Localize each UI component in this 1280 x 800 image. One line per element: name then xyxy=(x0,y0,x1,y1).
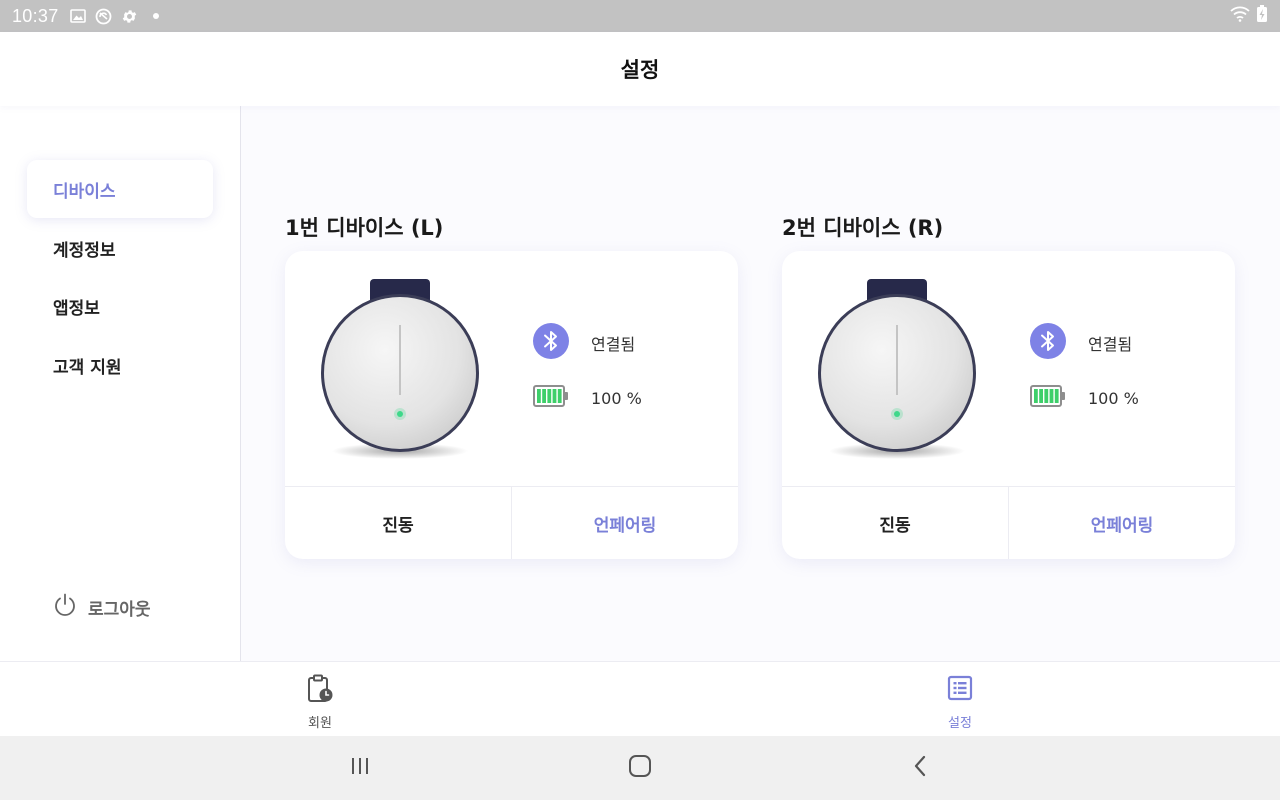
battery-bar xyxy=(547,389,552,403)
battery-percent: 100 % xyxy=(1088,388,1139,408)
list-icon xyxy=(946,674,974,708)
battery-bar xyxy=(552,389,557,403)
bluetooth-status: 연결됨 xyxy=(1030,323,1132,363)
back-button[interactable] xyxy=(905,754,935,782)
vibrate-button[interactable]: 진동 xyxy=(782,487,1009,559)
sidebar-item-label: 디바이스 xyxy=(53,181,116,202)
page-title: 설정 xyxy=(620,58,660,82)
clipboard-clock-icon xyxy=(306,674,334,708)
nav-item-members[interactable]: 회원 xyxy=(275,674,365,731)
nav-label: 설정 xyxy=(948,716,972,731)
system-nav-bar xyxy=(0,736,1280,800)
gear-icon xyxy=(121,7,139,25)
back-icon xyxy=(912,754,928,782)
bluetooth-icon xyxy=(533,323,569,363)
unpair-button[interactable]: 언페어링 xyxy=(1009,487,1235,559)
battery-bar xyxy=(542,389,546,403)
connection-status: 연결됨 xyxy=(1088,335,1133,354)
logout-button[interactable]: 로그아웃 xyxy=(52,592,151,623)
connection-status: 연결됨 xyxy=(591,335,636,354)
battery-bar xyxy=(1049,389,1054,403)
status-icons xyxy=(69,7,165,25)
app-header: 설정 xyxy=(0,32,1280,106)
battery-percent: 100 % xyxy=(591,388,642,408)
device-title: 1번 디바이스 (L) xyxy=(285,216,444,240)
status-bar: 10:37 xyxy=(0,0,1280,32)
device-image xyxy=(315,273,485,463)
nav-label: 회원 xyxy=(308,716,332,731)
device-image xyxy=(812,273,982,463)
power-icon xyxy=(52,592,78,623)
unpair-button[interactable]: 언페어링 xyxy=(512,487,738,559)
battery-icon xyxy=(1030,385,1066,411)
battery-bar xyxy=(537,389,541,403)
device-card: 연결됨 100 % 진동 언페어링 xyxy=(285,251,738,559)
sidebar-item-label: 계정정보 xyxy=(53,240,116,261)
vibrate-button[interactable]: 진동 xyxy=(285,487,512,559)
sidebar-item-label: 고객 지원 xyxy=(53,357,122,378)
sidebar-item-customer-support[interactable]: 고객 지원 xyxy=(27,336,213,394)
wifi-icon xyxy=(1230,6,1250,26)
sidebar: 디바이스 계정정보 앱정보 고객 지원 로그아웃 xyxy=(0,106,241,661)
battery-icon xyxy=(533,385,569,411)
battery-charging-icon xyxy=(1256,5,1268,27)
bluetooth-icon xyxy=(1030,323,1066,363)
status-right-icons xyxy=(1230,5,1268,27)
battery-bar xyxy=(557,389,562,403)
battery-bar xyxy=(1044,389,1049,403)
recent-apps-icon xyxy=(349,756,371,780)
nav-item-settings[interactable]: 설정 xyxy=(915,674,1005,731)
gallery-icon xyxy=(69,7,87,25)
sidebar-item-account-info[interactable]: 계정정보 xyxy=(27,219,213,277)
recent-apps-button[interactable] xyxy=(345,754,375,782)
sidebar-item-label: 앱정보 xyxy=(53,298,100,319)
bluetooth-status: 연결됨 xyxy=(533,323,635,363)
battery-bar xyxy=(1034,389,1038,403)
main-content: 1번 디바이스 (L) 연결됨 100 % 진동 언페어링 2번 디바이스 (R… xyxy=(241,106,1280,661)
battery-bar xyxy=(1054,389,1059,403)
home-icon xyxy=(628,754,652,782)
device-actions: 진동 언페어링 xyxy=(285,486,738,559)
home-button[interactable] xyxy=(625,754,655,782)
device-card: 연결됨 100 % 진동 언페어링 xyxy=(782,251,1235,559)
bottom-nav: 회원 설정 xyxy=(0,661,1280,736)
status-time: 10:37 xyxy=(12,5,59,26)
sidebar-item-app-info[interactable]: 앱정보 xyxy=(27,277,213,335)
battery-bar xyxy=(1039,389,1043,403)
battery-status: 100 % xyxy=(1030,385,1139,411)
device-title: 2번 디바이스 (R) xyxy=(782,216,944,240)
dot-icon xyxy=(147,7,165,25)
logout-label: 로그아웃 xyxy=(88,600,151,620)
sidebar-item-devices[interactable]: 디바이스 xyxy=(27,160,213,218)
sync-icon xyxy=(95,7,113,25)
battery-status: 100 % xyxy=(533,385,642,411)
device-actions: 진동 언페어링 xyxy=(782,486,1235,559)
